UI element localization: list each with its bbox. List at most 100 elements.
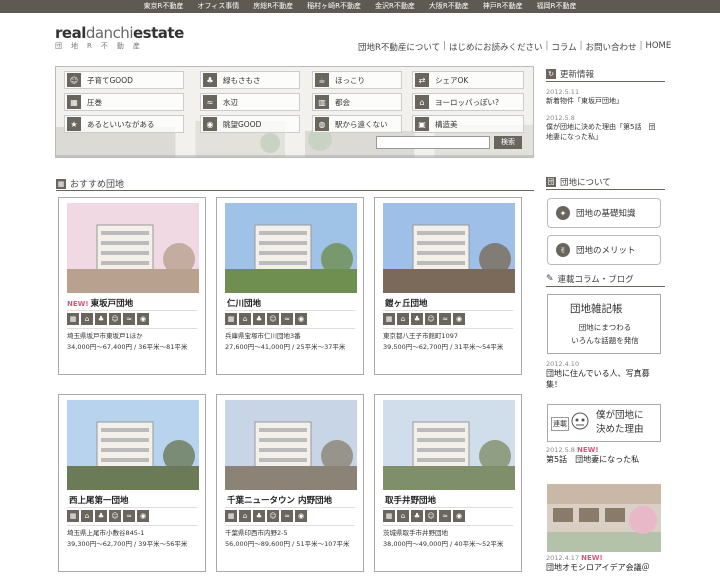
topnav-link[interactable]: 東京R不動産 (138, 0, 190, 13)
zakki-banner[interactable]: 団地雑記帳 団地にまつわる いろんな話題を発信 (547, 294, 661, 354)
face-icon (571, 412, 589, 430)
blog-post[interactable]: 2012.4.10 団地に住んでいる人、写真募 集！ (546, 360, 650, 390)
property-photo[interactable] (225, 203, 357, 293)
building-icon: ▦ (67, 95, 81, 109)
nav-contact[interactable]: お問い合わせ (586, 41, 637, 53)
property-name[interactable]: NEW! 東坂戸団地 (67, 297, 133, 309)
logo-subtitle: 団地R不動産 (55, 42, 149, 50)
search-button[interactable]: 検索 (494, 136, 522, 149)
feature-icons: ▦ ⌂ ♣ ☺ ≈ ◉ (225, 510, 307, 522)
property-name[interactable]: 西上尾第一団地 (67, 494, 129, 506)
category-label: 駅から遠くない (335, 119, 388, 129)
zakki-title: 団地雑記帳 (570, 303, 623, 315)
property-photo[interactable] (67, 203, 199, 293)
feature-icon: ♣ (411, 510, 423, 522)
category-tea[interactable]: ☕ ほっこり (312, 71, 402, 89)
topnav-link[interactable]: 房総R不動産 (247, 0, 299, 13)
blog-post[interactable]: 2012.5.8 NEW! 第5話 団地妻になった私 (546, 446, 639, 465)
feature-icon: ⌂ (397, 313, 409, 325)
category-leaf[interactable]: ♣ 緑もさもさ (200, 71, 300, 89)
blog-thumbnail[interactable] (547, 484, 661, 552)
property-card[interactable]: 鎧ヶ丘団地 ▦ ⌂ ♣ ☺ ≈ ◉ 東京都八王子市館町1097 39,500円～62,700円 … (374, 197, 522, 375)
category-city[interactable]: ▥ 都会 (312, 93, 402, 111)
topnav-link[interactable]: オフィス事情 (191, 0, 245, 13)
feature-icon: ♣ (253, 510, 265, 522)
blog-post[interactable]: 2012.4.17 NEW! 団地オモシロアイデア会議＠ (546, 554, 650, 573)
category-structure[interactable]: ▣ 構造美 (412, 115, 524, 133)
property-card[interactable]: 千葉ニュータウン 内野団地 ▦ ⌂ ♣ ☺ ≈ ◉ 千葉県印西市内野2-5 56,000円～89… (216, 394, 364, 572)
property-name[interactable]: 鎧ヶ丘団地 (383, 297, 428, 309)
feature-icon: ▦ (383, 510, 395, 522)
divider (546, 81, 665, 82)
category-water[interactable]: ≈ 水辺 (200, 93, 300, 111)
about-heading: 団団地について (546, 177, 611, 188)
nav-readme[interactable]: はじめにお読みください (449, 41, 543, 53)
star-icon: ★ (67, 117, 81, 131)
category-label: 水辺 (223, 97, 238, 107)
property-card[interactable]: NEW! 東坂戸団地 ▦ ⌂ ♣ ☺ ≈ ◉ 埼玉県坂戸市東坂戸1ほか 34,000円～67,40… (58, 197, 206, 375)
basics-button[interactable]: ✦ 団地の基礎知識 (547, 198, 661, 228)
merit-button[interactable]: ✌ 団地のメリット (547, 235, 661, 265)
zakki-subtitle: 団地にまつわる いろんな話題を発信 (571, 323, 639, 345)
feature-icon: ◉ (295, 510, 307, 522)
category-share[interactable]: ⇄ シェアOK (412, 71, 524, 89)
feature-icon: ⌂ (397, 510, 409, 522)
property-card[interactable]: 取手井野団地 ▦ ⌂ ♣ ☺ ≈ ◉ 茨城県取手市井野団地 38,000円～49,000円 / … (374, 394, 522, 572)
category-child[interactable]: ☺ 子育てGOOD (64, 71, 184, 89)
feature-icon: ▦ (225, 510, 237, 522)
news-item[interactable]: 2012.5.8 僕が団地に決めた理由「第5話 団 地妻になった私」 (546, 114, 655, 142)
property-photo[interactable] (67, 400, 199, 490)
building-icon: ▦ (56, 178, 66, 189)
nav-column[interactable]: コラム (551, 41, 576, 53)
riyuu-banner[interactable]: 連載 僕が団地に 決めた理由 (547, 404, 661, 442)
category-euro[interactable]: ⌂ ヨーロッパっぽい? (412, 93, 524, 111)
category-label: 眺望GOOD (223, 119, 262, 129)
feature-icon: ≈ (439, 510, 451, 522)
property-card[interactable]: 西上尾第一団地 ▦ ⌂ ♣ ☺ ≈ ◉ 埼玉県上尾市小敷谷845-1 39,300円～62,70… (58, 394, 206, 572)
property-photo[interactable] (225, 400, 357, 490)
property-card[interactable]: 仁川団地 ▦ ⌂ ♣ ☺ ≈ ◉ 兵庫県宝塚市仁川団地3番 27,600円～41,000円 / … (216, 197, 364, 375)
category-label: ほっこり (335, 75, 365, 85)
topnav-link[interactable]: 福岡R不動産 (531, 0, 583, 13)
news-item[interactable]: 2012.5.11 新着物件「東坂戸団地」 (546, 88, 623, 106)
category-view[interactable]: ◉ 眺望GOOD (200, 115, 300, 133)
search-input[interactable] (376, 136, 490, 149)
share-icon: ⇄ (415, 73, 429, 87)
thumbs-up-icon: ✌ (556, 243, 570, 257)
property-price: 38,000円～49,000円 / 40平米～52平米 (383, 540, 504, 548)
category-building[interactable]: ▦ 圧巻 (64, 93, 184, 111)
feature-icon: ≈ (439, 313, 451, 325)
global-nav: 団地R不動産について | はじめにお読みください | コラム | お問い合わせ | HO… (358, 41, 672, 53)
property-price: 56,000円～89,600円 / 51平米～107平米 (225, 540, 350, 548)
feature-icon: ◉ (137, 313, 149, 325)
category-label: ヨーロッパっぽい? (435, 97, 499, 107)
topnav-link[interactable]: 金沢R不動産 (369, 0, 421, 13)
topnav-link[interactable]: 神戸R不動産 (477, 0, 529, 13)
property-photo[interactable] (383, 203, 515, 293)
bulb-icon: ✦ (556, 206, 570, 220)
property-address: 埼玉県上尾市小敷谷845-1 (67, 529, 145, 537)
nav-home[interactable]: HOME (645, 41, 671, 53)
child-icon: ☺ (67, 73, 81, 87)
feature-icons: ▦ ⌂ ♣ ☺ ≈ ◉ (225, 313, 307, 325)
category-train[interactable]: ◍ 駅から遠くない (312, 115, 402, 133)
nav-about[interactable]: 団地R不動産について (358, 41, 440, 53)
feature-icon: ≈ (123, 510, 135, 522)
property-photo[interactable] (383, 400, 515, 490)
topnav-link[interactable]: 稲村ヶ崎R不動産 (301, 0, 367, 13)
divider (546, 189, 665, 190)
property-address: 埼玉県坂戸市東坂戸1ほか (67, 332, 143, 340)
category-star[interactable]: ★ あるといいながある (64, 115, 184, 133)
property-name[interactable]: 取手井野団地 (383, 494, 436, 506)
property-address: 茨城県取手市井野団地 (383, 529, 448, 537)
site-logo[interactable]: realdanchiestate 団地R不動産 (55, 24, 184, 51)
feature-icon: ♣ (95, 313, 107, 325)
news-heading: ↻ 更新情報 (546, 68, 594, 80)
property-name[interactable]: 千葉ニュータウン 内野団地 (225, 494, 332, 506)
feature-icon: ♣ (95, 510, 107, 522)
property-name[interactable]: 仁川団地 (225, 297, 261, 309)
divider (546, 286, 665, 287)
tea-icon: ☕ (315, 73, 329, 87)
feature-icon: ◉ (453, 313, 465, 325)
topnav-link[interactable]: 大阪R不動産 (423, 0, 475, 13)
